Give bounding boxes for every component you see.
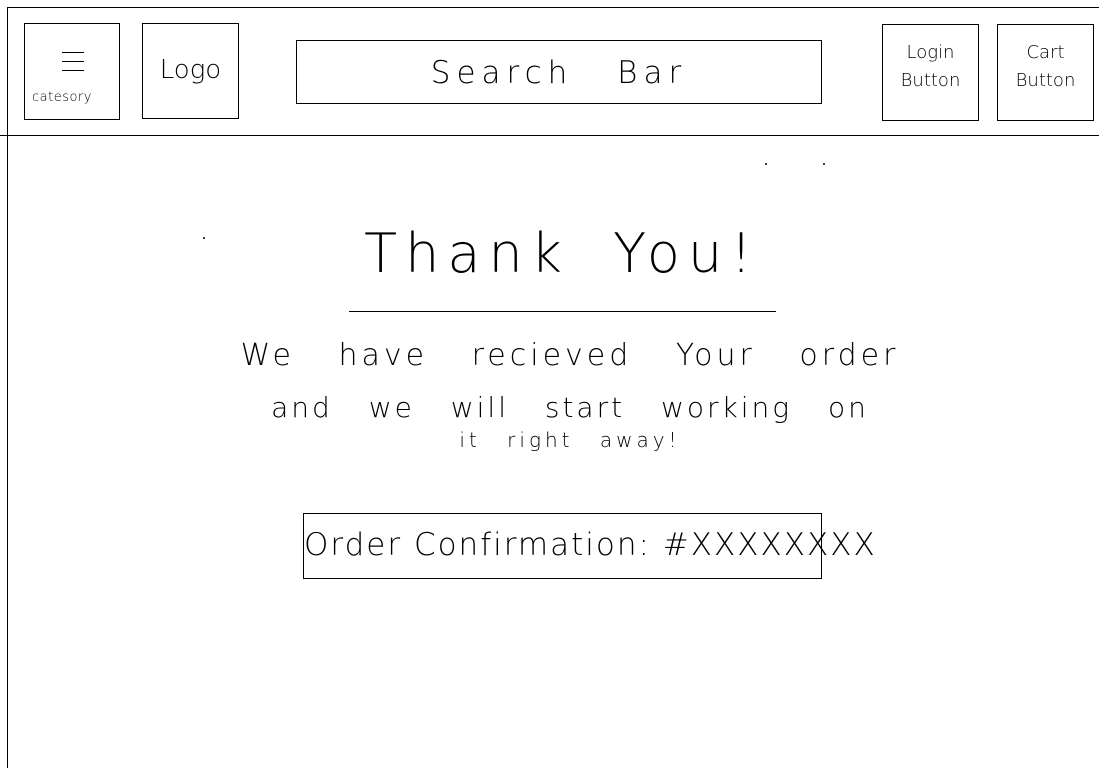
hamburger-icon xyxy=(62,52,84,79)
category-label: catesory xyxy=(32,90,92,105)
page-frame xyxy=(7,7,1099,768)
confirmation-message-line-1: We have recieved Your order xyxy=(240,338,900,373)
thank-you-heading: Thank You! xyxy=(364,222,760,285)
order-confirmation-number: Order Confirmation: #XXXXXXXX xyxy=(304,527,877,563)
cart-button-label: Cart Button xyxy=(1015,42,1076,91)
logo[interactable]: Logo xyxy=(142,23,239,119)
heading-underline xyxy=(349,311,776,312)
login-button[interactable]: Login Button xyxy=(882,24,979,121)
category-menu-button[interactable]: catesory xyxy=(24,23,120,120)
header-divider xyxy=(0,135,1099,136)
sketch-dot xyxy=(823,163,825,165)
sketch-dot xyxy=(765,163,767,165)
search-bar[interactable]: Search Bar xyxy=(296,40,822,104)
confirmation-message-line-3: it right away! xyxy=(459,428,681,452)
login-button-label: Login Button xyxy=(900,42,961,91)
search-bar-label: Search Bar xyxy=(430,55,688,91)
order-confirmation-box: Order Confirmation: #XXXXXXXX xyxy=(303,513,877,579)
sketch-dot xyxy=(203,237,205,239)
logo-text: Logo xyxy=(159,55,222,85)
cart-button[interactable]: Cart Button xyxy=(997,24,1094,121)
confirmation-message-line-2: and we will start working on xyxy=(271,391,869,424)
